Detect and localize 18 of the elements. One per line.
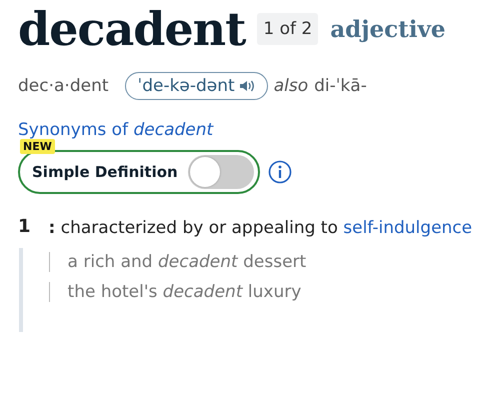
- synonyms-link[interactable]: Synonyms of decadent: [18, 120, 482, 140]
- toggle-switch[interactable]: [188, 155, 254, 189]
- variant-label: also: [274, 76, 308, 96]
- variant-pronunciation: di-ˈkā-: [314, 76, 367, 96]
- example-sentence: the hotel's decadent luxury: [48, 282, 472, 302]
- entry-count: 1 of 2: [257, 13, 318, 45]
- sense-number: 1: [18, 216, 31, 239]
- definition-link[interactable]: self-indulgence: [343, 218, 472, 238]
- simple-definition-toggle[interactable]: Simple Definition: [18, 150, 260, 194]
- pronunciation-button[interactable]: ˈde-kə-dənt: [124, 72, 268, 100]
- info-icon[interactable]: [268, 160, 292, 184]
- speaker-icon: [238, 80, 255, 92]
- headword: decadent: [18, 2, 246, 56]
- new-badge: NEW: [20, 139, 55, 154]
- definition-text: : characterized by or appealing to self-indulgence: [48, 217, 472, 240]
- part-of-speech[interactable]: adjective: [330, 16, 446, 42]
- example-sentence: a rich and decadent dessert: [48, 252, 472, 272]
- syllables: dec·a·dent: [18, 76, 109, 96]
